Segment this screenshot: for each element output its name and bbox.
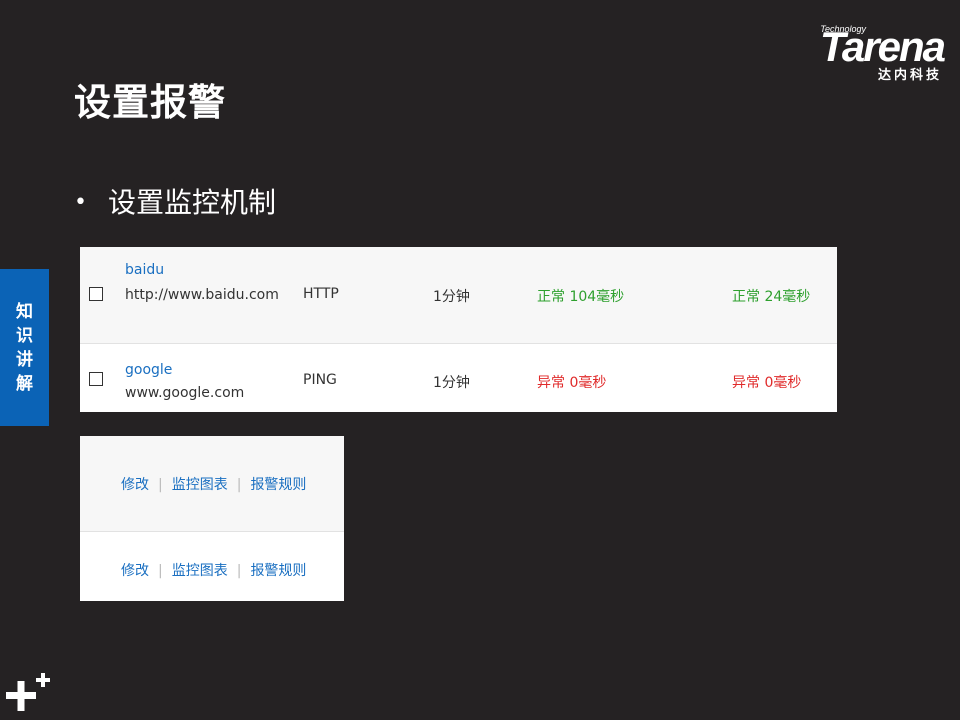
slide-title: 设置报警 [74, 81, 226, 124]
side-tab-char: 讲 [16, 349, 33, 370]
monitor-name-link[interactable]: google [125, 362, 172, 378]
row-checkbox[interactable] [89, 287, 103, 301]
monitor-protocol: PING [303, 372, 337, 388]
monitor-url: http://www.baidu.com [125, 287, 279, 303]
link-separator: | [158, 563, 163, 579]
table-row: google www.google.com PING 1分钟 异常 0毫秒 异常… [80, 344, 837, 412]
plus-decoration-icon [6, 673, 50, 711]
monitor-status-1: 异常 0毫秒 [537, 375, 607, 391]
alert-rules-link[interactable]: 报警规则 [250, 563, 306, 579]
alert-rules-link[interactable]: 报警规则 [250, 477, 306, 493]
operation-links: 修改 | 监控图表 | 报警规则 [121, 474, 306, 494]
bullet-dot-icon: • [74, 190, 87, 215]
logo-cn: 达内科技 [877, 68, 942, 83]
side-tab-char: 解 [16, 373, 33, 394]
monitor-chart-link[interactable]: 监控图表 [172, 563, 228, 579]
monitor-name-link[interactable]: baidu [125, 262, 164, 278]
table-row: baidu http://www.baidu.com HTTP 1分钟 正常 1… [80, 247, 837, 344]
monitor-status-1: 正常 104毫秒 [537, 289, 625, 305]
monitor-status-2: 异常 0毫秒 [732, 375, 802, 391]
side-tab-knowledge: 知 识 讲 解 [0, 269, 49, 426]
link-separator: | [158, 477, 163, 493]
operation-links: 修改 | 监控图表 | 报警规则 [121, 560, 306, 580]
operations-screenshot: 修改 | 监控图表 | 报警规则 修改 | 监控图表 | 报警规则 [80, 436, 344, 601]
operations-row: 修改 | 监控图表 | 报警规则 [80, 532, 344, 601]
side-tab-char: 知 [16, 301, 33, 322]
bullet-item: • 设置监控机制 [74, 181, 276, 221]
operations-row: 修改 | 监控图表 | 报警规则 [80, 436, 344, 532]
monitor-protocol: HTTP [303, 286, 339, 302]
monitor-chart-link[interactable]: 监控图表 [172, 477, 228, 493]
bullet-text: 设置监控机制 [108, 186, 277, 219]
monitor-table-screenshot: baidu http://www.baidu.com HTTP 1分钟 正常 1… [80, 247, 837, 412]
monitor-frequency: 1分钟 [433, 289, 470, 305]
monitor-frequency: 1分钟 [433, 375, 470, 391]
tarena-logo: Technology Tarena 达内科技 [782, 22, 946, 84]
link-separator: | [236, 477, 242, 493]
monitor-url: www.google.com [125, 385, 245, 401]
row-checkbox[interactable] [89, 372, 103, 386]
logo-brand: Tarena [819, 23, 946, 70]
monitor-status-2: 正常 24毫秒 [732, 289, 811, 305]
edit-link[interactable]: 修改 [121, 563, 149, 579]
link-separator: | [236, 563, 242, 579]
edit-link[interactable]: 修改 [121, 477, 149, 493]
side-tab-char: 识 [16, 325, 33, 346]
